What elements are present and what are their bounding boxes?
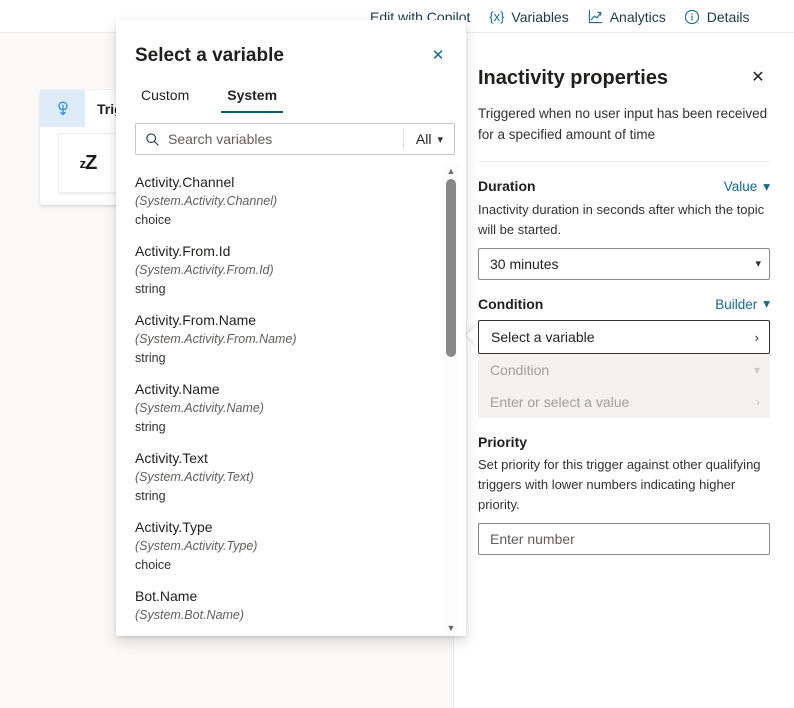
variable-path: (System.Activity.Channel) xyxy=(135,194,278,208)
scroll-down-arrow-icon[interactable]: ▼ xyxy=(443,619,459,636)
priority-field-block: Priority Set priority for this trigger a… xyxy=(478,434,770,555)
variable-type: choice xyxy=(135,558,172,572)
page-title: Inactivity properties xyxy=(478,67,669,89)
close-icon[interactable]: ✕ xyxy=(426,43,450,67)
toolbar-analytics-label: Analytics xyxy=(609,8,666,25)
chevron-right-icon: › xyxy=(756,395,760,409)
analytics-icon xyxy=(587,8,604,25)
dialog-title: Select a variable xyxy=(135,45,284,66)
condition-mode-toggle[interactable]: Builder ▾ xyxy=(715,296,770,312)
variable-type: string xyxy=(135,282,166,296)
trigger-icon xyxy=(40,90,85,127)
properties-description: Triggered when no user input has been re… xyxy=(478,103,770,162)
list-item[interactable]: Bot.Name (System.Bot.Name) xyxy=(135,581,466,631)
toolbar-variables-label: Variables xyxy=(511,8,569,25)
variable-name: Bot.Name xyxy=(135,588,198,604)
callout-pointer xyxy=(467,324,478,346)
condition-label: Condition xyxy=(478,295,544,312)
variable-path: (System.Activity.From.Id) xyxy=(135,263,274,277)
duration-help-text: Inactivity duration in seconds after whi… xyxy=(478,201,765,237)
chevron-down-icon: ▾ xyxy=(755,258,761,270)
tab-custom[interactable]: Custom xyxy=(135,86,195,113)
variable-path: (System.Activity.Text) xyxy=(135,470,254,484)
condition-variable-placeholder: Select a variable xyxy=(491,329,595,345)
scrollbar-track[interactable] xyxy=(443,179,459,619)
variables-icon: {x} xyxy=(489,9,505,24)
sleep-icon: zZ xyxy=(79,151,98,174)
duration-mode-toggle[interactable]: Value ▾ xyxy=(724,179,770,195)
variable-type: string xyxy=(135,351,166,365)
variable-path: (System.Bot.Name) xyxy=(135,608,245,622)
priority-help-text: Set priority for this trigger against ot… xyxy=(478,457,761,512)
condition-builder-group: Select a variable › Condition ▾ Enter or… xyxy=(467,320,770,418)
duration-value: 30 minutes xyxy=(490,255,559,272)
variable-path: (System.Activity.Name) xyxy=(135,401,264,415)
variable-name: Activity.Channel xyxy=(135,174,235,190)
condition-mode-label: Builder xyxy=(715,296,758,312)
chevron-down-icon: ▾ xyxy=(437,133,443,146)
list-item[interactable]: Activity.From.Id (System.Activity.From.I… xyxy=(135,236,466,305)
list-item[interactable]: Activity.Text (System.Activity.Text) str… xyxy=(135,443,466,512)
duration-label-row: Duration Value ▾ xyxy=(478,178,770,195)
chevron-down-icon: ▾ xyxy=(753,363,760,377)
condition-disabled-rows: Condition ▾ Enter or select a value › xyxy=(478,354,770,418)
duration-mode-label: Value xyxy=(723,179,758,194)
inactivity-properties-panel: Inactivity properties ✕ Triggered when n… xyxy=(453,33,794,708)
search-filter-label: All xyxy=(415,131,432,147)
search-filter-dropdown[interactable]: All ▾ xyxy=(402,129,454,149)
app-root: Edit with Copilot {x} Variables Analytic… xyxy=(0,0,794,708)
search-row: All ▾ xyxy=(135,123,455,155)
duration-label: Duration xyxy=(478,178,536,194)
properties-header: Inactivity properties ✕ xyxy=(478,33,770,91)
variable-list[interactable]: Activity.Channel (System.Activity.Channe… xyxy=(116,162,466,636)
condition-operator-select: Condition ▾ xyxy=(478,354,770,386)
condition-value-placeholder: Enter or select a value xyxy=(490,394,630,410)
variable-path: (System.Activity.Type) xyxy=(135,539,258,553)
variable-name: Activity.From.Id xyxy=(135,243,231,259)
dialog-tabs: Custom System xyxy=(116,69,466,113)
toolbar-item-analytics[interactable]: Analytics xyxy=(587,8,666,25)
search-icon xyxy=(136,132,168,147)
select-variable-dialog: Select a variable ✕ Custom System All ▾ xyxy=(116,20,466,636)
toolbar-details-label: Details xyxy=(706,8,750,25)
variable-path: (System.Activity.From.Name) xyxy=(135,332,297,346)
variable-type: string xyxy=(135,420,166,434)
chevron-down-icon: ▾ xyxy=(763,178,770,194)
chevron-right-icon: › xyxy=(754,329,759,345)
variable-name: Activity.Name xyxy=(135,381,220,397)
list-item[interactable]: Activity.From.Name (System.Activity.From… xyxy=(135,305,466,374)
duration-dropdown[interactable]: 30 minutes ▾ xyxy=(478,247,770,280)
toolbar-item-details[interactable]: Details xyxy=(684,8,750,25)
condition-variable-picker[interactable]: Select a variable › xyxy=(478,320,770,354)
list-item[interactable]: Activity.Channel (System.Activity.Channe… xyxy=(135,167,466,236)
scrollbar-thumb[interactable] xyxy=(446,179,456,357)
priority-input[interactable] xyxy=(478,523,770,555)
variable-name: Activity.From.Name xyxy=(135,312,257,328)
chevron-down-icon: ▾ xyxy=(763,296,770,311)
variable-name: Activity.Type xyxy=(135,519,213,535)
details-icon xyxy=(684,8,701,25)
condition-field-block: Condition Builder ▾ Select a variable › … xyxy=(467,296,770,418)
condition-label-row: Condition Builder ▾ xyxy=(478,296,770,313)
list-item[interactable]: Activity.Name (System.Activity.Name) str… xyxy=(135,374,466,443)
search-input[interactable] xyxy=(168,131,403,147)
condition-value-select: Enter or select a value › xyxy=(478,386,770,418)
close-icon[interactable]: ✕ xyxy=(746,65,770,89)
variable-type: choice xyxy=(135,213,172,227)
variable-list-scrollbar[interactable]: ▲ ▼ xyxy=(443,162,459,636)
variable-type: string xyxy=(135,489,166,503)
duration-field-block: Duration Value ▾ Inactivity duration in … xyxy=(478,178,770,280)
variable-name: Activity.Text xyxy=(135,450,208,466)
toolbar-item-variables[interactable]: {x} Variables xyxy=(488,8,568,25)
priority-label: Priority xyxy=(478,434,528,450)
scroll-up-arrow-icon[interactable]: ▲ xyxy=(443,162,459,179)
dialog-header: Select a variable ✕ xyxy=(116,20,466,69)
variable-list-wrapper: Activity.Channel (System.Activity.Channe… xyxy=(116,162,466,636)
list-item[interactable]: Activity.Type (System.Activity.Type) cho… xyxy=(135,512,466,581)
condition-operator-placeholder: Condition xyxy=(490,362,550,378)
tab-system[interactable]: System xyxy=(221,86,284,113)
